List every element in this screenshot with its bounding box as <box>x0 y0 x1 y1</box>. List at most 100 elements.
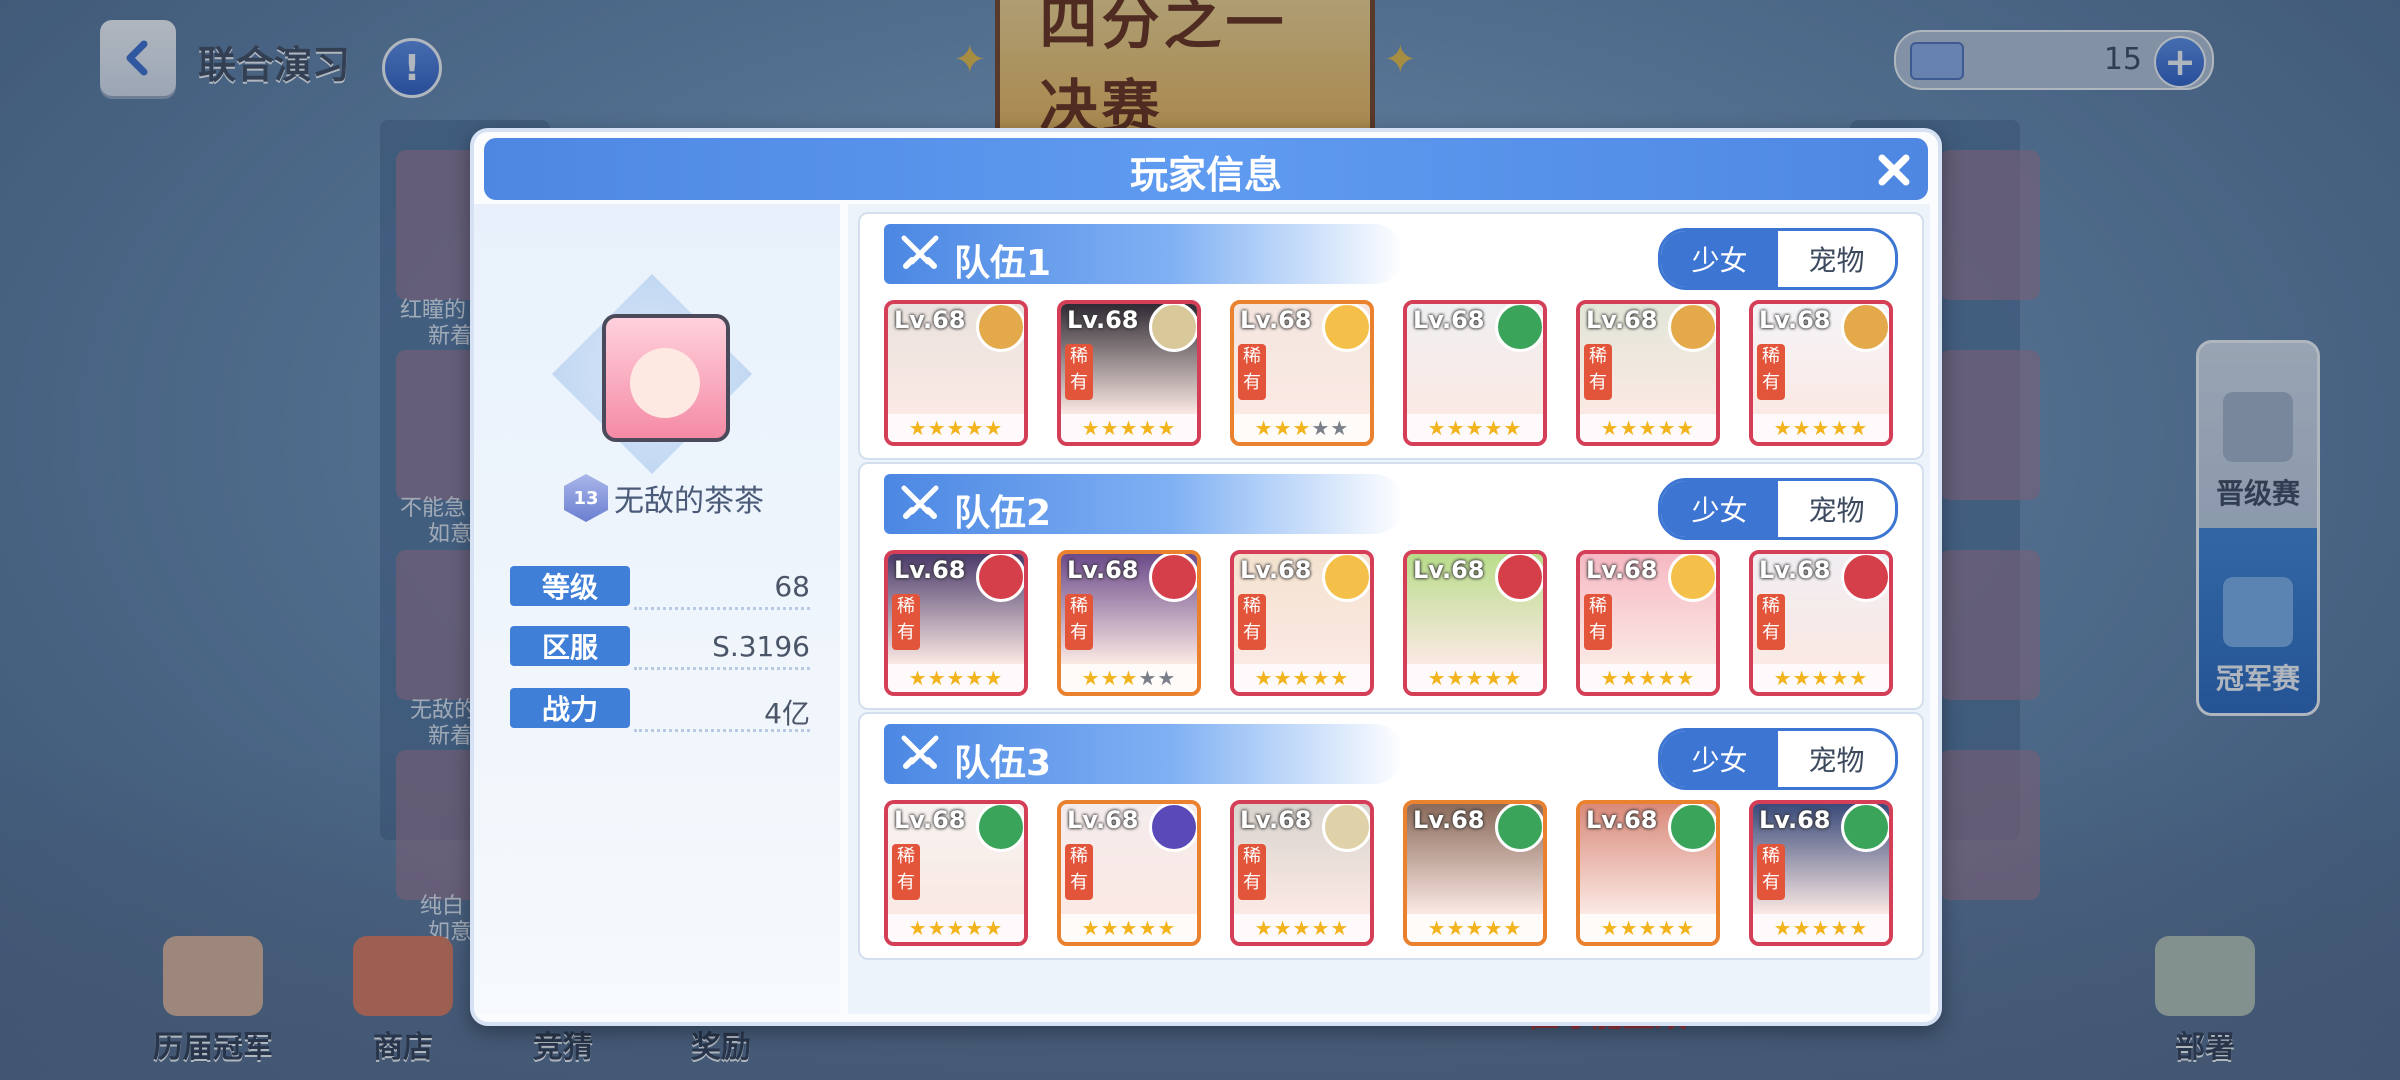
dialog-title: 玩家信息 <box>1129 153 1282 197</box>
star-icon: ★ <box>1811 916 1831 940</box>
element-icon <box>976 304 1024 352</box>
unit-card[interactable]: Lv.68 稀有 ★ ★ ★ ★ ★ <box>1057 800 1201 946</box>
star-icon: ★ <box>1792 916 1812 940</box>
star-icon: ★ <box>1600 416 1620 440</box>
star-icon: ★ <box>1830 916 1850 940</box>
star-icon: ★ <box>1273 916 1293 940</box>
unit-card[interactable]: Lv.68 ★ ★ ★ ★ ★ <box>884 300 1028 446</box>
star-icon: ★ <box>1446 916 1466 940</box>
rare-badge: 稀有 <box>1757 344 1785 400</box>
close-button[interactable] <box>1870 146 1918 194</box>
unit-level: Lv.68 <box>1413 556 1485 584</box>
stat-power: 战力 4亿 <box>510 688 810 732</box>
team-name: 队伍2 <box>954 493 1052 534</box>
element-icon <box>1149 304 1197 352</box>
player-name-row: 13 无敌的茶茶 <box>564 474 764 522</box>
star-icon: ★ <box>984 416 1004 440</box>
unit-level: Lv.68 <box>1240 806 1312 834</box>
toggle-girl[interactable]: 少女 <box>1661 731 1778 787</box>
unit-card[interactable]: Lv.68 ★ ★ ★ ★ ★ <box>1576 800 1720 946</box>
star-icon: ★ <box>1849 916 1869 940</box>
unit-level: Lv.68 <box>1067 806 1139 834</box>
star-icon: ★ <box>946 416 966 440</box>
toggle-pet[interactable]: 宠物 <box>1778 481 1895 537</box>
element-icon <box>1841 804 1889 852</box>
star-rating: ★ ★ ★ ★ ★ <box>1580 664 1716 692</box>
star-rating: ★ ★ ★ ★ ★ <box>888 664 1024 692</box>
unit-card[interactable]: Lv.68 ★ ★ ★ ★ ★ <box>1403 800 1547 946</box>
star-icon: ★ <box>1773 416 1793 440</box>
star-icon: ★ <box>1465 666 1485 690</box>
star-icon: ★ <box>1600 666 1620 690</box>
avatar <box>602 314 730 442</box>
unit-card[interactable]: Lv.68 稀有 ★ ★ ★ ★ ★ <box>1230 550 1374 696</box>
toggle-pet[interactable]: 宠物 <box>1778 231 1895 287</box>
unit-card[interactable]: Lv.68 稀有 ★ ★ ★ ★ ★ <box>1576 300 1720 446</box>
star-rating: ★ ★ ★ ★ ★ <box>1061 914 1197 942</box>
star-icon: ★ <box>908 416 928 440</box>
star-icon: ★ <box>927 416 947 440</box>
element-icon <box>1149 804 1197 852</box>
star-icon: ★ <box>1792 416 1812 440</box>
toggle-pet[interactable]: 宠物 <box>1778 731 1895 787</box>
unit-card[interactable]: Lv.68 稀有 ★ ★ ★ ★ ★ <box>1576 550 1720 696</box>
star-icon: ★ <box>1427 416 1447 440</box>
unit-card[interactable]: Lv.68 稀有 ★ ★ ★ ★ ★ <box>1230 800 1374 946</box>
unit-level: Lv.68 <box>1413 306 1485 334</box>
unit-card[interactable]: Lv.68 稀有 ★ ★ ★ ★ ★ <box>1230 300 1374 446</box>
element-icon <box>1495 304 1543 352</box>
star-icon: ★ <box>1830 666 1850 690</box>
star-icon: ★ <box>965 916 985 940</box>
unit-level: Lv.68 <box>1759 306 1831 334</box>
unit-card[interactable]: Lv.68 稀有 ★ ★ ★ ★ ★ <box>884 800 1028 946</box>
divider <box>634 667 810 670</box>
star-icon: ★ <box>1119 416 1139 440</box>
rare-badge: 稀有 <box>1238 344 1266 400</box>
unit-card[interactable]: Lv.68 稀有 ★ ★ ★ ★ ★ <box>1749 300 1893 446</box>
star-icon: ★ <box>1503 416 1523 440</box>
star-rating: ★ ★ ★ ★ ★ <box>888 914 1024 942</box>
star-rating: ★ ★ ★ ★ ★ <box>1061 414 1197 442</box>
star-rating: ★ ★ ★ ★ ★ <box>1580 414 1716 442</box>
element-icon <box>1322 804 1370 852</box>
element-icon <box>976 554 1024 602</box>
star-icon: ★ <box>1619 416 1639 440</box>
unit-card[interactable]: Lv.68 ★ ★ ★ ★ ★ <box>1403 300 1547 446</box>
star-rating: ★ ★ ★ ★ ★ <box>1234 914 1370 942</box>
star-icon: ★ <box>1292 666 1312 690</box>
dialog-header: 玩家信息 <box>484 138 1928 200</box>
rare-badge: 稀有 <box>1757 844 1785 900</box>
star-icon: ★ <box>1427 666 1447 690</box>
stat-server: 区服 S.3196 <box>510 626 810 670</box>
unit-card[interactable]: Lv.68 稀有 ★ ★ ★ ★ ★ <box>1749 550 1893 696</box>
star-icon: ★ <box>1465 916 1485 940</box>
unit-card[interactable]: Lv.68 稀有 ★ ★ ★ ★ ★ <box>884 550 1028 696</box>
star-icon: ★ <box>1619 916 1639 940</box>
rare-badge: 稀有 <box>1238 844 1266 900</box>
toggle-girl[interactable]: 少女 <box>1661 481 1778 537</box>
avatar-face <box>630 348 700 418</box>
unit-level: Lv.68 <box>1586 306 1658 334</box>
unit-card[interactable]: Lv.68 稀有 ★ ★ ★ ★ ★ <box>1749 800 1893 946</box>
element-icon <box>1841 304 1889 352</box>
unit-card[interactable]: Lv.68 稀有 ★ ★ ★ ★ ★ <box>1057 550 1201 696</box>
star-icon: ★ <box>1081 416 1101 440</box>
star-icon: ★ <box>1292 916 1312 940</box>
element-icon <box>1322 554 1370 602</box>
star-icon: ★ <box>965 416 985 440</box>
team-card: 队伍1 少女 宠物 Lv.68 ★ ★ ★ ★ ★ Lv.68 稀有 ★ ★ ★ ★ ★ Lv.68 稀有 ★ ★ ★ ★… <box>858 212 1924 460</box>
unit-row: Lv.68 ★ ★ ★ ★ ★ Lv.68 稀有 ★ ★ ★ ★ ★ Lv.68 稀有 ★ ★ ★ ★ ★ Lv.68 ★… <box>884 300 1904 448</box>
star-rating: ★ ★ ★ ★ ★ <box>1753 664 1889 692</box>
star-icon: ★ <box>1292 416 1312 440</box>
star-icon: ★ <box>1638 916 1658 940</box>
unit-card[interactable]: Lv.68 稀有 ★ ★ ★ ★ ★ <box>1057 300 1201 446</box>
unit-level: Lv.68 <box>1240 556 1312 584</box>
star-icon: ★ <box>1119 916 1139 940</box>
unit-level: Lv.68 <box>1413 806 1485 834</box>
star-icon: ★ <box>1792 666 1812 690</box>
avatar-frame <box>552 274 752 474</box>
unit-card[interactable]: Lv.68 ★ ★ ★ ★ ★ <box>1403 550 1547 696</box>
star-icon: ★ <box>984 666 1004 690</box>
toggle-girl[interactable]: 少女 <box>1661 231 1778 287</box>
stat-value: 68 <box>774 570 810 603</box>
